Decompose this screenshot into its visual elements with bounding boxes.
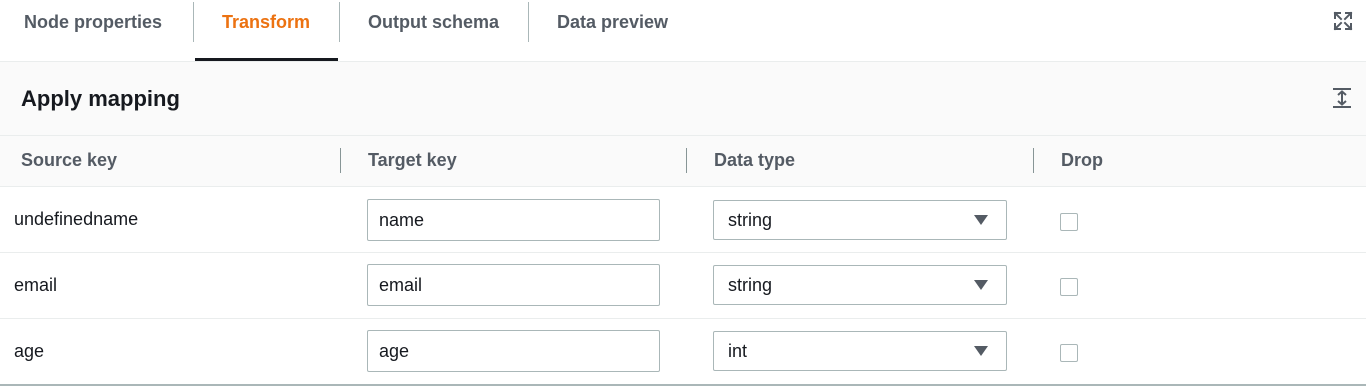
column-divider[interactable]	[686, 148, 687, 173]
column-header-drop: Drop	[1061, 150, 1103, 170]
apply-mapping-panel: Node properties Transform Output schema …	[0, 0, 1366, 388]
column-header-target-key: Target key	[368, 150, 457, 170]
tab-bar: Node properties Transform Output schema …	[0, 0, 1366, 62]
drop-checkbox[interactable]	[1060, 278, 1078, 296]
tab-divider	[528, 2, 529, 42]
column-divider[interactable]	[1033, 148, 1034, 173]
tab-divider	[193, 2, 194, 42]
data-type-select[interactable]: int	[713, 331, 1007, 371]
target-key-input[interactable]	[367, 199, 660, 241]
column-header-source-key: Source key	[21, 150, 118, 170]
tab-transform[interactable]: Transform	[222, 0, 310, 61]
data-type-select[interactable]: string	[713, 265, 1007, 305]
table-row: undefinedname string	[0, 187, 1366, 253]
source-key-cell: age	[14, 341, 45, 361]
table-row: age int	[0, 319, 1366, 386]
column-header-row: Source key Target key Data type Drop	[0, 136, 1366, 187]
source-key-cell: undefinedname	[14, 209, 139, 229]
caret-down-icon	[974, 346, 988, 356]
data-type-value: string	[728, 275, 773, 295]
tab-divider	[339, 2, 340, 42]
section-title: Apply mapping	[21, 86, 180, 111]
tab-output-schema[interactable]: Output schema	[368, 0, 499, 61]
section-header: Apply mapping	[0, 62, 1366, 136]
data-type-select[interactable]: string	[713, 200, 1007, 240]
active-tab-indicator	[195, 58, 338, 61]
caret-down-icon	[974, 215, 988, 225]
expand-arrows-icon[interactable]	[1333, 11, 1353, 31]
data-type-value: string	[728, 210, 773, 230]
caret-down-icon	[974, 280, 988, 290]
source-key-cell: email	[14, 275, 58, 295]
column-divider[interactable]	[340, 148, 341, 173]
target-key-input[interactable]	[367, 264, 660, 306]
column-header-data-type: Data type	[714, 150, 796, 170]
target-key-input[interactable]	[367, 330, 660, 372]
data-type-value: int	[728, 341, 748, 361]
table-row: email string	[0, 253, 1366, 319]
drop-checkbox[interactable]	[1060, 344, 1078, 362]
tab-data-preview[interactable]: Data preview	[557, 0, 668, 61]
tab-node-properties[interactable]: Node properties	[24, 0, 162, 61]
drop-checkbox[interactable]	[1060, 213, 1078, 231]
collapse-vertical-icon[interactable]	[1331, 87, 1353, 109]
